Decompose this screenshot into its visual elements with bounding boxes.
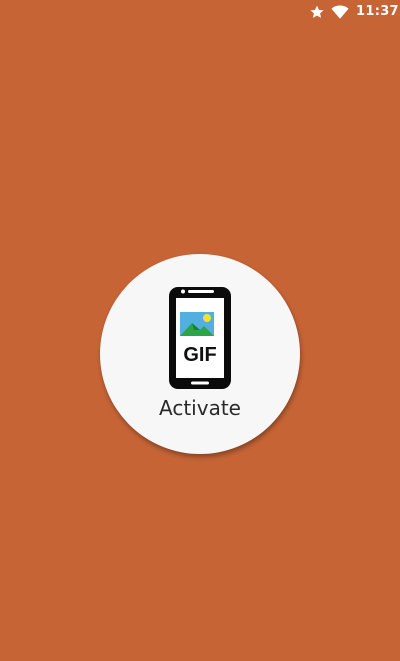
star-icon	[310, 5, 324, 18]
wifi-icon	[331, 5, 349, 19]
activate-label: Activate	[159, 396, 241, 420]
status-bar: 11:37	[0, 0, 400, 24]
activate-button[interactable]: GIF Activate	[100, 254, 300, 454]
status-time: 11:37	[356, 4, 399, 19]
phone-gif-icon	[169, 287, 231, 389]
gif-label: GIF	[183, 344, 217, 366]
